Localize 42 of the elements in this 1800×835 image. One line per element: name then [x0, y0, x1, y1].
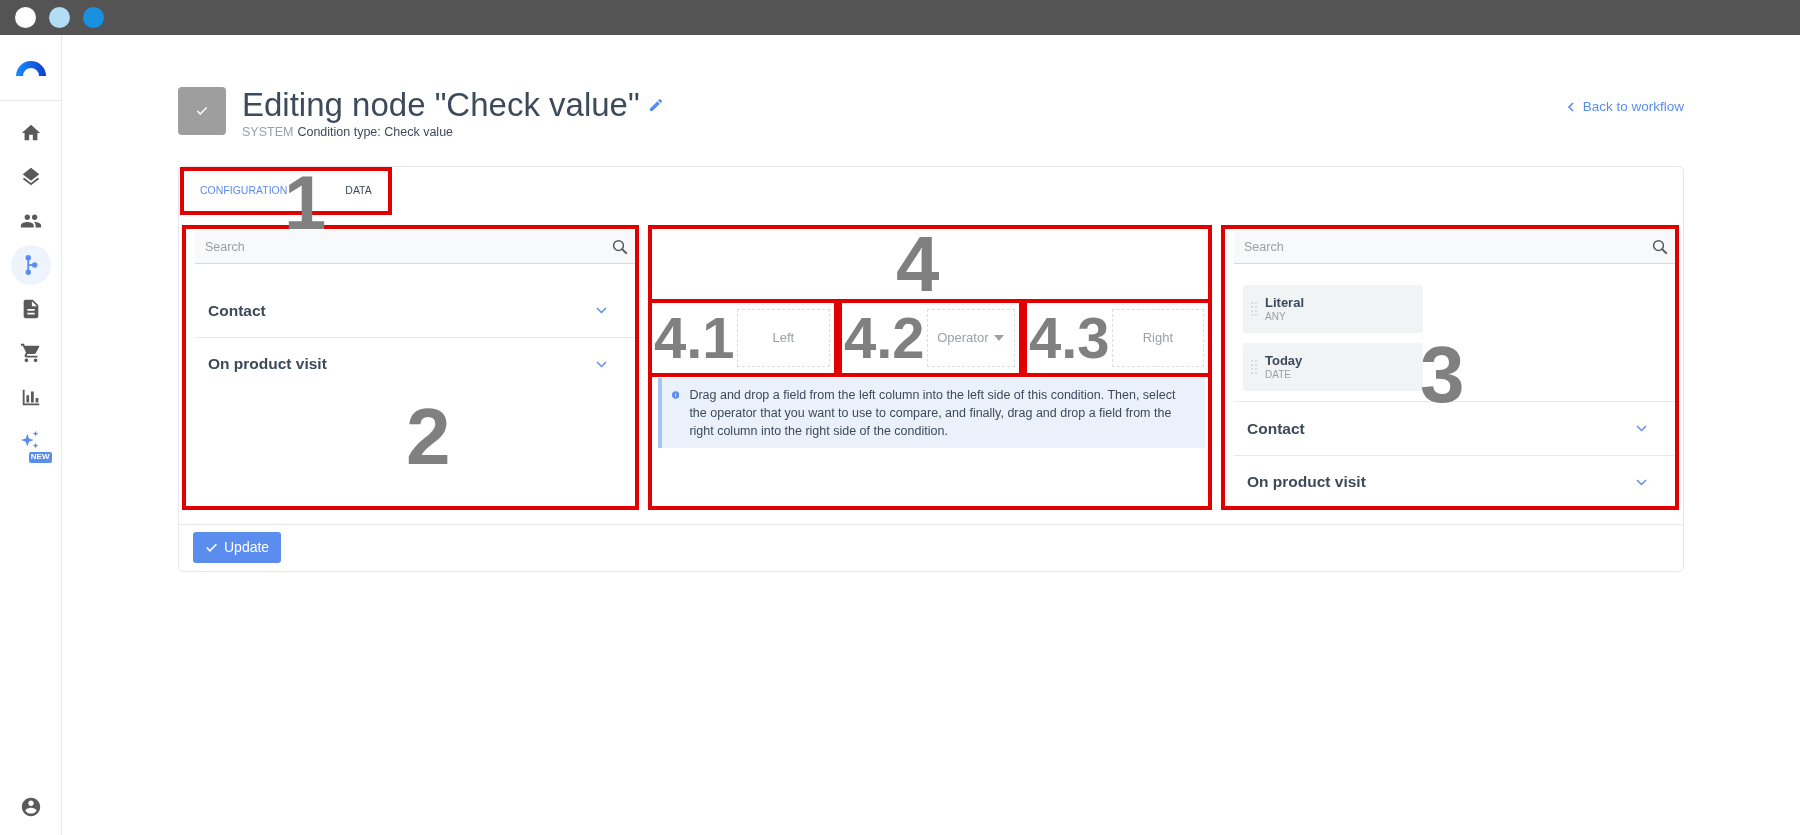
callout-number: 4.2: [844, 309, 925, 368]
chevron-icon: [596, 360, 607, 368]
draggable-field[interactable]: Literal ANY: [1243, 285, 1423, 334]
field-name: Today: [1265, 353, 1303, 369]
callout-number: 4.3: [1029, 309, 1110, 368]
tab[interactable]: DATA: [345, 183, 372, 199]
check-icon: [195, 104, 209, 118]
chevron-left-icon: [1566, 102, 1575, 113]
callout-number: 4: [896, 225, 940, 304]
new-badge: NEW: [28, 452, 52, 463]
chevron-icon: [596, 307, 607, 315]
cart-icon: [19, 342, 42, 364]
system-label: SYSTEM: [242, 124, 294, 142]
check-icon: [205, 541, 218, 555]
callout-number: 4.1: [654, 309, 735, 368]
field-type: ANY: [1265, 310, 1287, 323]
window-maximize-dot[interactable]: [83, 7, 104, 28]
pencil-icon[interactable]: [647, 97, 664, 114]
field-type: DATE: [1265, 368, 1292, 381]
search-field[interactable]: Search: [1234, 230, 1675, 265]
draggable-field[interactable]: Today DATE: [1243, 343, 1423, 392]
chevron-icon: [1636, 478, 1647, 486]
info-text: Drag and drop a field from the left column into the left side of this condition. Then, select the operator that you want to use to compare, and finally, drag and drop a field from the right column into the right side of the condition.: [689, 387, 1177, 441]
caret-down-icon: [994, 335, 1005, 342]
accordion-item[interactable]: On product visit: [195, 337, 635, 391]
logo-icon: [15, 59, 46, 76]
condition-type-text: Condition type: Check value: [297, 124, 454, 142]
search-icon: [611, 238, 629, 257]
account-icon: [19, 796, 42, 818]
search-field[interactable]: Search: [195, 230, 635, 265]
search-icon: [1651, 238, 1669, 257]
field-name: Literal: [1265, 295, 1304, 311]
accordion-item[interactable]: Contact: [195, 284, 635, 338]
callout-number: 2: [406, 397, 451, 478]
nav-button[interactable]: [10, 245, 51, 285]
drag-handle-icon: [1251, 360, 1257, 375]
chevron-icon: [1636, 425, 1647, 433]
window-close-dot[interactable]: [15, 7, 36, 28]
window-minimize-dot[interactable]: [49, 7, 70, 28]
page-title: Editing node "Check value": [242, 87, 640, 124]
drag-handle-icon: [1251, 302, 1257, 317]
accordion-item[interactable]: On product visit: [1234, 455, 1675, 509]
